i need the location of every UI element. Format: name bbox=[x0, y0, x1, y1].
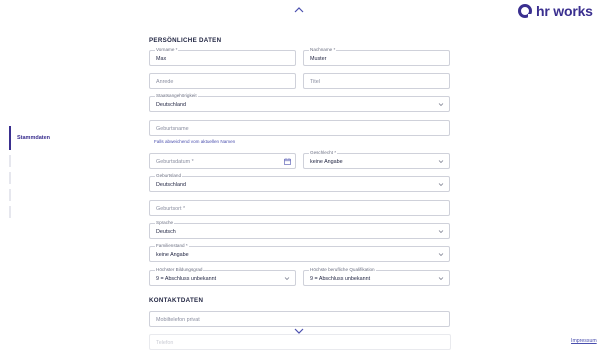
geburtsland-value: Deutschland bbox=[156, 182, 186, 188]
nav-indicator-active bbox=[9, 126, 11, 150]
anrede-placeholder: Anrede bbox=[156, 79, 174, 85]
mobiltelefon-placeholder: Mobiltelefon privat bbox=[156, 317, 200, 323]
impressum-link[interactable]: Impressum bbox=[571, 338, 597, 344]
telefon-placeholder: Telefon bbox=[156, 340, 174, 346]
geschlecht-label: Geschlecht * bbox=[309, 150, 338, 156]
calendar-icon[interactable] bbox=[284, 158, 291, 165]
sidebar-item-stammdaten[interactable]: Stammdaten bbox=[17, 135, 50, 141]
vorname-field[interactable]: Vorname * Max bbox=[149, 47, 296, 66]
bildungsgrad-select[interactable]: Höchster Bildungsgrad 9 = Abschluss unbe… bbox=[149, 267, 296, 286]
titel-field[interactable]: Titel bbox=[303, 73, 450, 89]
vorname-label: Vorname * bbox=[155, 47, 179, 53]
geschlecht-select[interactable]: Geschlecht * keine Angabe bbox=[303, 150, 450, 169]
geburtsort-field[interactable]: Geburtsort * bbox=[149, 200, 450, 216]
sprache-value: Deutsch bbox=[156, 229, 176, 235]
logo-text: hr works bbox=[536, 3, 593, 19]
nav-indicator[interactable] bbox=[9, 172, 11, 184]
telefon-field[interactable]: Telefon bbox=[149, 334, 451, 350]
sprache-label: Sprache bbox=[155, 220, 175, 226]
geburtsort-placeholder: Geburtsort * bbox=[156, 206, 186, 212]
staatsangehoerigkeit-select[interactable]: Staatsangehörigkeit Deutschland bbox=[149, 93, 450, 112]
anrede-field[interactable]: Anrede bbox=[149, 73, 296, 89]
staatsangehoerigkeit-label: Staatsangehörigkeit bbox=[155, 93, 198, 99]
geburtsname-hint: Falls abweichend vom aktuellen Namen bbox=[154, 139, 236, 144]
geburtsdatum-placeholder: Geburtsdatum * bbox=[156, 159, 194, 165]
geburtsland-select[interactable]: Geburtsland Deutschland bbox=[149, 173, 450, 192]
bildungsgrad-label: Höchster Bildungsgrad bbox=[155, 267, 204, 273]
nachname-value: Muster bbox=[310, 56, 327, 62]
chevron-down-icon bbox=[438, 103, 444, 106]
staatsangehoerigkeit-value: Deutschland bbox=[156, 102, 186, 108]
geburtsname-field[interactable]: Geburtsname bbox=[149, 120, 450, 136]
qualifikation-label: Höchste berufliche Qualifikation bbox=[309, 267, 376, 273]
chevron-down-icon bbox=[284, 277, 290, 280]
nav-indicator[interactable] bbox=[9, 206, 11, 218]
nav-indicator[interactable] bbox=[9, 189, 11, 201]
nachname-field[interactable]: Nachname * Muster bbox=[303, 47, 450, 66]
chevron-down-icon bbox=[438, 253, 444, 256]
geburtsdatum-field[interactable]: Geburtsdatum * bbox=[149, 153, 296, 169]
geburtsland-label: Geburtsland bbox=[155, 173, 183, 179]
chevron-up-icon[interactable] bbox=[292, 5, 306, 15]
familienstand-value: keine Angabe bbox=[156, 252, 189, 258]
nachname-label: Nachname * bbox=[309, 47, 337, 53]
familienstand-label: Familienstand * bbox=[155, 243, 189, 249]
chevron-down-icon bbox=[438, 277, 444, 280]
geburtsname-placeholder: Geburtsname bbox=[156, 126, 189, 132]
chevron-down-icon bbox=[438, 160, 444, 163]
chevron-down-icon bbox=[438, 183, 444, 186]
section-title-contact: KONTAKTDATEN bbox=[149, 297, 204, 304]
qualifikation-select[interactable]: Höchste berufliche Qualifikation 9 = Abs… bbox=[303, 267, 450, 286]
chevron-down-icon bbox=[438, 230, 444, 233]
section-title-personal: PERSÖNLICHE DATEN bbox=[149, 37, 222, 44]
bildungsgrad-value: 9 = Abschluss unbekannt bbox=[156, 276, 217, 282]
qualifikation-value: 9 = Abschluss unbekannt bbox=[310, 276, 371, 282]
hrworks-logo[interactable]: hr works bbox=[518, 3, 593, 19]
mobiltelefon-field[interactable]: Mobiltelefon privat bbox=[149, 311, 450, 327]
sprache-select[interactable]: Sprache Deutsch bbox=[149, 220, 450, 239]
nav-indicator[interactable] bbox=[9, 155, 11, 167]
titel-placeholder: Titel bbox=[310, 79, 320, 85]
logo-mark-icon bbox=[518, 4, 532, 18]
vorname-value: Max bbox=[156, 56, 167, 62]
geschlecht-value: keine Angabe bbox=[310, 159, 343, 165]
familienstand-select[interactable]: Familienstand * keine Angabe bbox=[149, 243, 450, 262]
